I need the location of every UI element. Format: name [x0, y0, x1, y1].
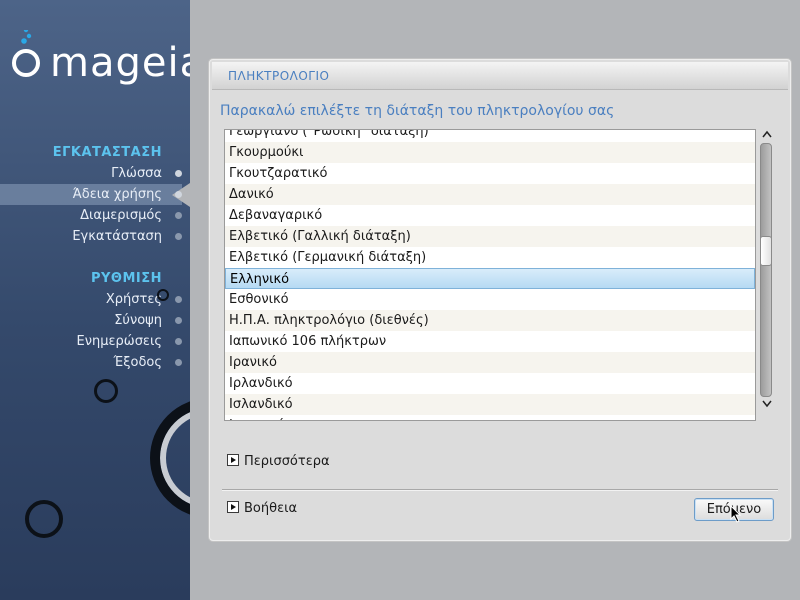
keyboard-layout-item[interactable]: Ελβετικό (Γερμανική διάταξη) [225, 247, 755, 268]
keyboard-layout-item[interactable]: Ιρλανδικό [225, 373, 755, 394]
more-expander-label: Περισσότερα [244, 454, 330, 469]
decorative-ring-icon [150, 398, 190, 518]
step-dot-icon [175, 338, 182, 345]
nav-item-label: Χρήστες [105, 292, 162, 307]
step-dot-icon [175, 296, 182, 303]
step-dot-icon [175, 170, 182, 177]
nav-item-installation: Εγκατάσταση [53, 226, 182, 247]
nav-item-label: Γλώσσα [111, 166, 162, 181]
keyboard-dialog: ΠΛΗΚΤΡΟΛΟΓΙΟ Παρακαλώ επιλέξτε τη διάταξ… [209, 59, 791, 541]
keyboard-layout-list[interactable]: Γεωργιανό ("Ρωσική" διάταξη) Γκουρμούκι Γκ… [224, 129, 756, 421]
keyboard-layout-item[interactable]: Η.Π.Α. πληκτρολόγιο (διεθνές) [225, 310, 755, 331]
nav-item-language: Γλώσσα [53, 163, 182, 184]
nav-item-updates: Ενημερώσεις [76, 331, 182, 352]
scroll-down-button[interactable] [760, 399, 774, 411]
scroll-track[interactable] [760, 143, 772, 397]
keyboard-layout-item[interactable]: Γεωργιανό ("Ρωσική" διάταξη) [225, 130, 755, 142]
help-expander[interactable]: Βοήθεια [227, 501, 297, 517]
nav-item-label: Διαμερισμός [80, 208, 162, 223]
chevron-down-icon [762, 400, 772, 408]
nav-item-exit: Έξοδος [77, 352, 182, 373]
nav-section-config: ΡΥΘΜΙΣΗ Χρήστες Σύνοψη Ενημερώσεις Έξοδο… [76, 268, 182, 373]
decorative-ring-icon [25, 500, 63, 538]
logo-wordmark: mageia [50, 40, 190, 86]
nav-item-label: Έξοδος [113, 355, 162, 370]
dialog-header: ΠΛΗΚΤΡΟΛΟΓΙΟ [212, 62, 788, 90]
nav-item-label: Ενημερώσεις [76, 334, 162, 349]
mageia-logo: mageia [10, 30, 190, 90]
keyboard-layout-item[interactable]: Γκουτζαρατικό [225, 163, 755, 184]
nav-item-summary: Σύνοψη [77, 310, 182, 331]
triangle-right-icon [227, 501, 239, 513]
decorative-ring-icon [157, 289, 169, 301]
nav-item-label: Άδεια χρήσης [72, 187, 162, 202]
keyboard-layout-item[interactable]: Εσθονικό [225, 289, 755, 310]
nav-item-license: Άδεια χρήσης [53, 184, 182, 205]
nav-item-label: Σύνοψη [114, 313, 162, 328]
keyboard-layout-item[interactable]: Ελβετικό (Γαλλική διάταξη) [225, 226, 755, 247]
keyboard-layout-item[interactable]: Ισπανικό [225, 415, 755, 420]
keyboard-layout-list-inner: Γεωργιανό ("Ρωσική" διάταξη) Γκουρμούκι Γκ… [225, 130, 755, 420]
keyboard-layout-item[interactable]: Δανικό [225, 184, 755, 205]
more-expander[interactable]: Περισσότερα [227, 454, 330, 470]
list-scrollbar[interactable] [760, 129, 774, 421]
nav-item-users: Χρήστες [77, 289, 182, 310]
keyboard-layout-item[interactable]: Ιαπωνικό 106 πλήκτρων [225, 331, 755, 352]
step-dot-icon [175, 212, 182, 219]
keyboard-layout-item[interactable]: Ιρανικό [225, 352, 755, 373]
decorative-ring-icon [94, 379, 118, 403]
separator [222, 489, 778, 491]
step-dot-icon [175, 233, 182, 240]
scroll-up-button[interactable] [760, 129, 774, 141]
dialog-subtitle: Παρακαλώ επιλέξτε τη διάταξη του πληκτρο… [220, 103, 615, 119]
mouse-cursor-icon [730, 505, 742, 523]
nav-heading-config: ΡΥΘΜΙΣΗ [90, 271, 162, 286]
step-dot-icon [175, 317, 182, 324]
keyboard-layout-item[interactable]: Δεβαναγαρικό [225, 205, 755, 226]
triangle-right-icon [227, 454, 239, 466]
keyboard-layout-item[interactable]: Ελληνικό [225, 268, 755, 289]
nav-section-install: ΕΓΚΑΤΑΣΤΑΣΗ Γλώσσα Άδεια χρήσης Διαμερισ… [52, 142, 182, 247]
sidebar: mageia ΕΓΚΑΤΑΣΤΑΣΗ Γλώσσα Άδεια χρήσης Δ… [0, 0, 190, 600]
step-dot-icon [175, 191, 182, 198]
dialog-title: ΠΛΗΚΤΡΟΛΟΓΙΟ [228, 69, 330, 83]
nav-item-label: Εγκατάσταση [72, 229, 162, 244]
scroll-thumb[interactable] [760, 236, 772, 266]
chevron-up-icon [762, 130, 772, 138]
mageia-logo-icon [12, 30, 40, 77]
nav-item-partitioning: Διαμερισμός [53, 205, 182, 226]
help-expander-label: Βοήθεια [244, 501, 298, 516]
keyboard-layout-item[interactable]: Γκουρμούκι [225, 142, 755, 163]
step-dot-icon [175, 359, 182, 366]
keyboard-layout-item[interactable]: Ισλανδικό [225, 394, 755, 415]
nav-heading-install: ΕΓΚΑΤΑΣΤΑΣΗ [52, 145, 162, 160]
